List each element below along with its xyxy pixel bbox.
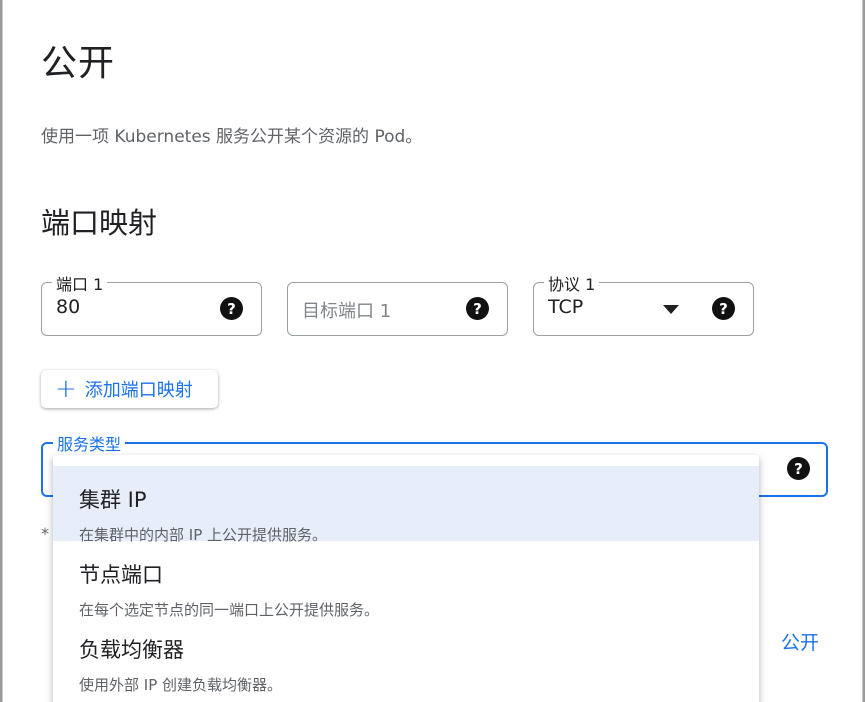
option-title: 节点端口 [79,563,163,587]
target-port-field[interactable]: 目标端口 1 ? [287,282,508,336]
protocol-select-label: 协议 1 [544,271,600,295]
port-field-value: 80 [56,296,81,318]
required-footnote-mark: * [41,524,49,543]
port-field[interactable]: 端口 1 80 ? [41,271,262,336]
option-description: 使用外部 IP 创建负载均衡器。 [79,676,283,694]
help-icon[interactable]: ? [712,297,735,320]
help-icon[interactable]: ? [787,457,810,480]
protocol-select[interactable]: 协议 1 TCP ? [533,271,754,336]
dialog-description: 使用一项 Kubernetes 服务公开某个资源的 Pod。 [41,127,423,147]
dialog-title: 公开 [41,43,116,84]
plus-icon: + [55,374,77,404]
add-port-mapping-button[interactable]: + 添加端口映射 [41,370,218,408]
expose-button[interactable]: 公开 [781,628,819,655]
dropdown-arrow-icon[interactable] [663,305,679,314]
port-field-label: 端口 1 [52,271,108,295]
protocol-select-value: TCP [548,296,584,318]
menu-option-node-port[interactable]: 节点端口 在每个选定节点的同一端口上公开提供服务。 [53,541,759,619]
target-port-placeholder: 目标端口 1 [302,301,392,322]
service-type-menu: 集群 IP 在集群中的内部 IP 上公开提供服务。 节点端口 在每个选定节点的同… [53,455,759,702]
menu-option-cluster-ip[interactable]: 集群 IP 在集群中的内部 IP 上公开提供服务。 [53,466,759,544]
service-type-label: 服务类型 [53,431,126,455]
help-icon[interactable]: ? [466,297,489,320]
menu-option-load-balancer[interactable]: 负载均衡器 使用外部 IP 创建负载均衡器。 [53,616,759,694]
port-mapping-title: 端口映射 [41,206,158,240]
add-port-mapping-label: 添加端口映射 [84,380,193,401]
help-icon[interactable]: ? [220,297,243,320]
option-title: 集群 IP [79,488,147,512]
option-title: 负载均衡器 [79,638,184,662]
